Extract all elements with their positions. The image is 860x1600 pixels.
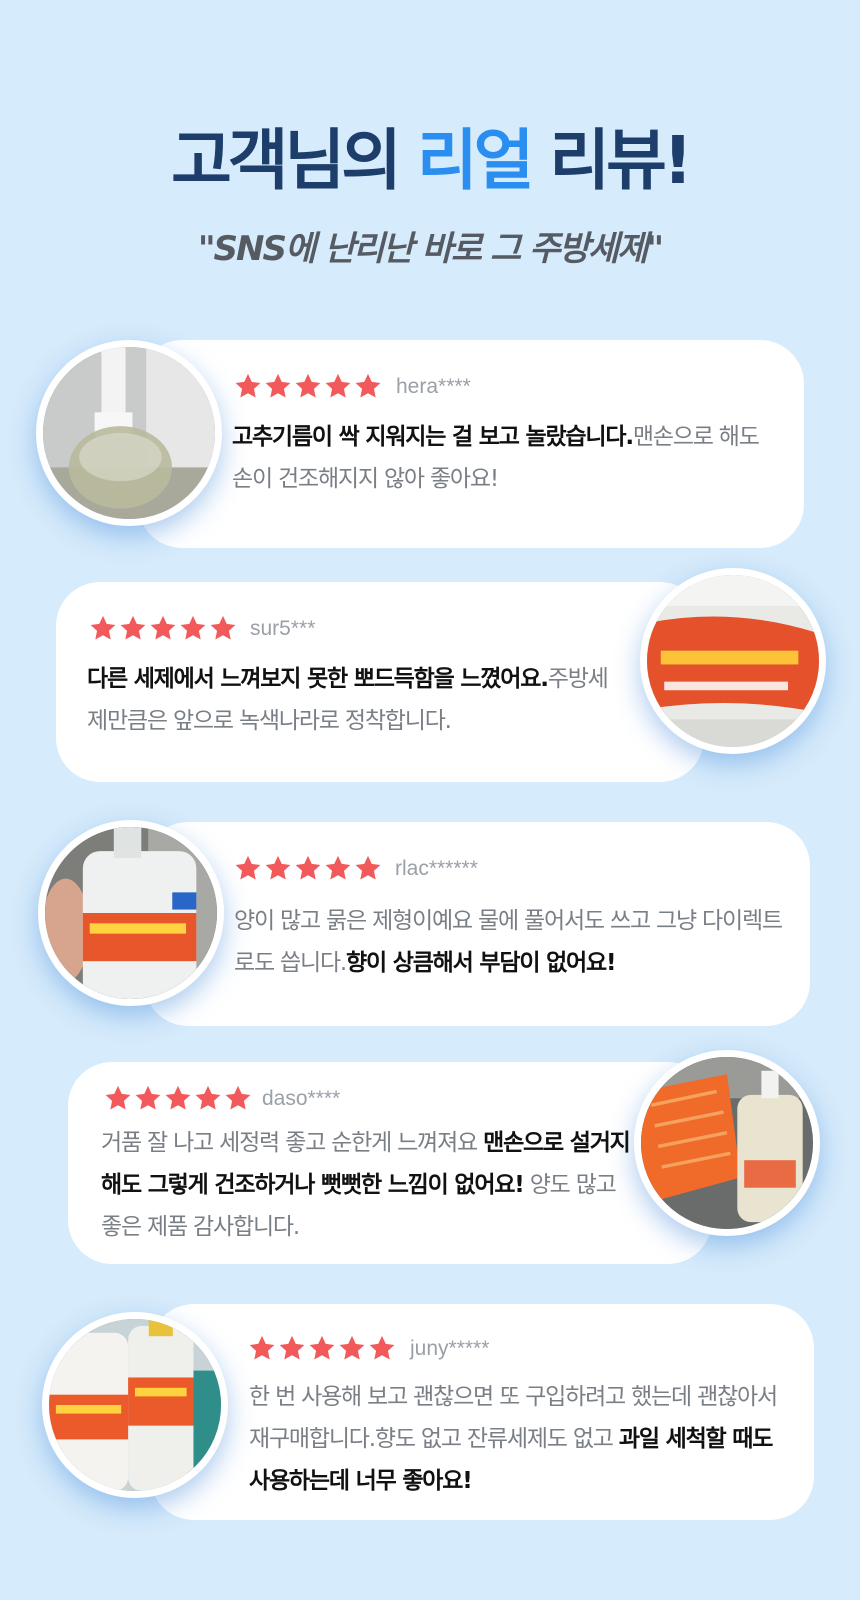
review-photo bbox=[42, 1312, 228, 1498]
star-icon bbox=[119, 614, 147, 642]
review-text: 양이 많고 묽은 제형이예요 물에 풀어서도 쓰고 그냥 다이렉트로도 씁니다.… bbox=[234, 900, 794, 984]
star-icon bbox=[234, 372, 262, 400]
star-icon bbox=[194, 1084, 222, 1112]
review-username: daso**** bbox=[262, 1087, 341, 1110]
review-text: 다른 세제에서 느껴보지 못한 뽀드득함을 느꼈어요.주방세제만큼은 앞으로 녹… bbox=[87, 658, 627, 742]
star-icon bbox=[354, 854, 382, 882]
star-icon bbox=[354, 372, 382, 400]
star-icon bbox=[224, 1084, 252, 1112]
star-icon bbox=[264, 372, 292, 400]
sink-bottle-photo bbox=[641, 1057, 813, 1229]
review-photo bbox=[640, 568, 826, 754]
star-icon bbox=[248, 1334, 276, 1362]
review-text: 거품 잘 나고 세정력 좋고 순한게 느껴져요 맨손으로 설거지해도 그렇게 건… bbox=[101, 1122, 637, 1248]
star-icon bbox=[338, 1334, 366, 1362]
star-icon bbox=[104, 1084, 132, 1112]
review-text-bold: 향이 상큼해서 부담이 없어요! bbox=[346, 950, 616, 976]
title-part2: 리뷰! bbox=[549, 122, 693, 199]
star-icon bbox=[134, 1084, 162, 1112]
review-photo bbox=[36, 340, 222, 526]
title-accent: 리얼 bbox=[416, 122, 534, 199]
page-subtitle: "SNS에 난리난 바로 그 주방세제" bbox=[197, 229, 664, 269]
review-username: juny***** bbox=[410, 1337, 490, 1360]
dispenser-pump-photo bbox=[43, 347, 215, 519]
star-icon bbox=[164, 1084, 192, 1112]
bottle-label-photo bbox=[647, 575, 819, 747]
review-text: 한 번 사용해 보고 괜찮으면 또 구입하려고 했는데 괜찮아서 재구매합니다.… bbox=[249, 1376, 789, 1502]
star-icon bbox=[324, 854, 352, 882]
review-username: sur5*** bbox=[250, 617, 316, 640]
rating-stars bbox=[104, 1084, 252, 1112]
hand-bottle-photo bbox=[45, 827, 217, 999]
star-icon bbox=[294, 372, 322, 400]
star-icon bbox=[89, 614, 117, 642]
review-text-bold: 고추기름이 싹 지워지는 걸 보고 놀랐습니다. bbox=[232, 424, 634, 450]
review-photo bbox=[38, 820, 224, 1006]
rating-stars bbox=[234, 372, 382, 400]
star-icon bbox=[209, 614, 237, 642]
two-bottles-photo bbox=[49, 1319, 221, 1491]
review-username: rlac****** bbox=[395, 857, 478, 880]
star-icon bbox=[149, 614, 177, 642]
star-icon bbox=[308, 1334, 336, 1362]
star-icon bbox=[264, 854, 292, 882]
rating-stars bbox=[89, 614, 237, 642]
title-part1: 고객님의 bbox=[171, 122, 402, 199]
review-username: hera**** bbox=[396, 375, 471, 398]
review-text: 고추기름이 싹 지워지는 걸 보고 놀랐습니다.맨손으로 해도 손이 건조해지지… bbox=[232, 416, 780, 500]
review-photo bbox=[634, 1050, 820, 1236]
star-icon bbox=[179, 614, 207, 642]
review-text-bold: 다른 세제에서 느껴보지 못한 뽀드득함을 느꼈어요. bbox=[87, 666, 549, 692]
rating-stars bbox=[248, 1334, 396, 1362]
star-icon bbox=[234, 854, 262, 882]
star-icon bbox=[294, 854, 322, 882]
page-title: 고객님의 리얼 리뷰! bbox=[0, 128, 860, 194]
star-icon bbox=[368, 1334, 396, 1362]
star-icon bbox=[278, 1334, 306, 1362]
rating-stars bbox=[234, 854, 382, 882]
review-text-regular: 거품 잘 나고 세정력 좋고 순한게 느껴져요 bbox=[101, 1130, 484, 1156]
star-icon bbox=[324, 372, 352, 400]
